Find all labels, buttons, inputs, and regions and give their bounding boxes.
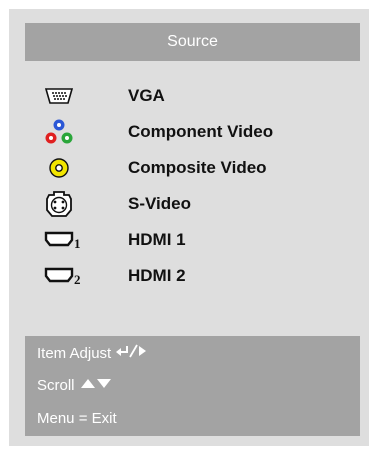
hdmi1-icon: 1 [44, 222, 86, 258]
source-item-label: Component Video [128, 122, 274, 141]
source-item-composite-video[interactable]: Composite Video [44, 150, 354, 186]
enter-right-arrow-icon [115, 344, 149, 364]
vga-icon [44, 78, 86, 114]
source-item-label: Composite Video [128, 158, 267, 177]
menu-title-bar: Source [25, 23, 360, 61]
source-item-label: VGA [128, 86, 165, 105]
source-item-component-video[interactable]: Component Video [44, 114, 354, 150]
source-item-vga[interactable]: VGA [44, 78, 354, 114]
source-item-label: HDMI 2 [128, 266, 186, 285]
svg-text:2: 2 [74, 272, 81, 287]
source-item-s-video[interactable]: S-Video [44, 186, 354, 222]
help-item-adjust: Item Adjust [37, 344, 149, 364]
scroll-label: Scroll [37, 377, 75, 394]
item-adjust-label: Item Adjust [37, 345, 112, 362]
source-item-hdmi-1[interactable]: 1 HDMI 1 [44, 222, 354, 258]
source-item-hdmi-2[interactable]: 2 HDMI 2 [44, 258, 354, 294]
menu-exit-label: Menu = Exit [37, 410, 117, 427]
source-item-label: S-Video [128, 194, 191, 213]
component-video-icon [44, 114, 86, 150]
menu-title: Source [167, 33, 218, 50]
help-menu-exit: Menu = Exit [37, 409, 117, 429]
composite-video-icon [44, 150, 86, 186]
svg-text:1: 1 [74, 236, 81, 251]
help-box: Item Adjust Scroll Menu = Exit [25, 336, 360, 436]
hdmi2-icon: 2 [44, 258, 86, 294]
help-scroll: Scroll [37, 376, 113, 396]
up-down-arrows-icon [79, 376, 113, 396]
s-video-icon [44, 186, 86, 222]
source-list: VGA Component Video Composite Video S-Vi… [44, 78, 354, 294]
source-item-label: HDMI 1 [128, 230, 186, 249]
